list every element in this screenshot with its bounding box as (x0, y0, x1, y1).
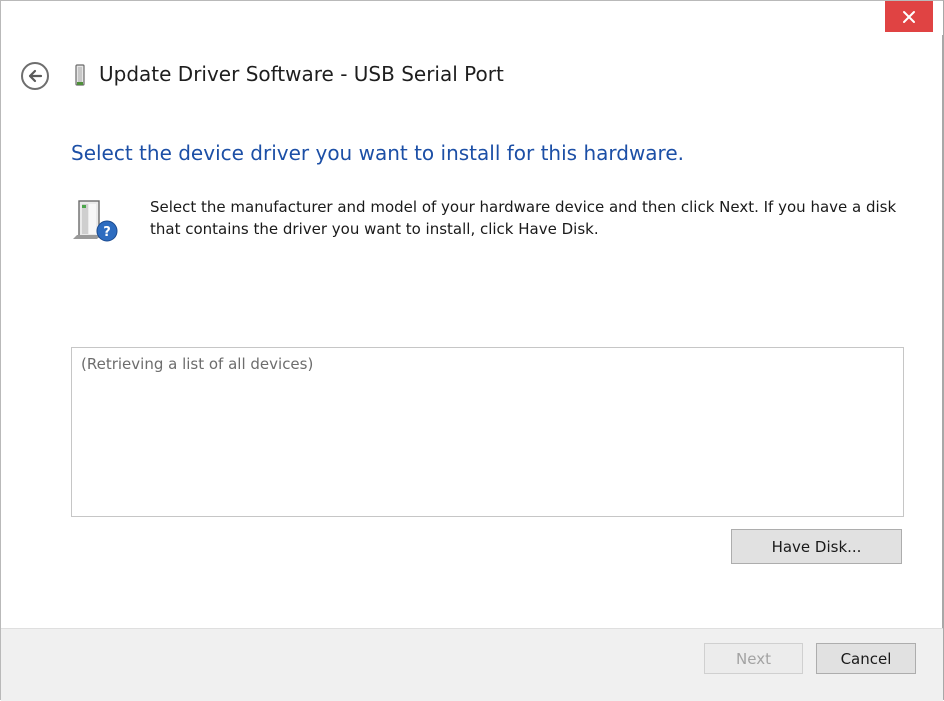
wizard-header: Update Driver Software - USB Serial Port (1, 49, 943, 101)
window-title: Update Driver Software - USB Serial Port (99, 62, 504, 86)
device-list[interactable]: (Retrieving a list of all devices) (71, 347, 904, 517)
hardware-question-icon: ? (69, 195, 121, 247)
usb-device-icon (72, 63, 88, 87)
device-list-status: (Retrieving a list of all devices) (81, 355, 314, 373)
page-heading: Select the device driver you want to ins… (71, 141, 684, 165)
next-button[interactable]: Next (704, 643, 803, 674)
cancel-button[interactable]: Cancel (816, 643, 916, 674)
update-driver-window: Update Driver Software - USB Serial Port… (0, 0, 944, 701)
footer-bar: Next Cancel (1, 628, 943, 701)
back-arrow-circle-icon (21, 62, 49, 90)
title-bar (1, 1, 943, 35)
svg-text:?: ? (103, 225, 111, 240)
close-x-icon (903, 10, 915, 23)
instructions-text: Select the manufacturer and model of you… (150, 198, 897, 238)
close-button[interactable] (885, 1, 933, 32)
have-disk-button[interactable]: Have Disk... (731, 529, 902, 564)
back-button[interactable] (20, 61, 50, 91)
